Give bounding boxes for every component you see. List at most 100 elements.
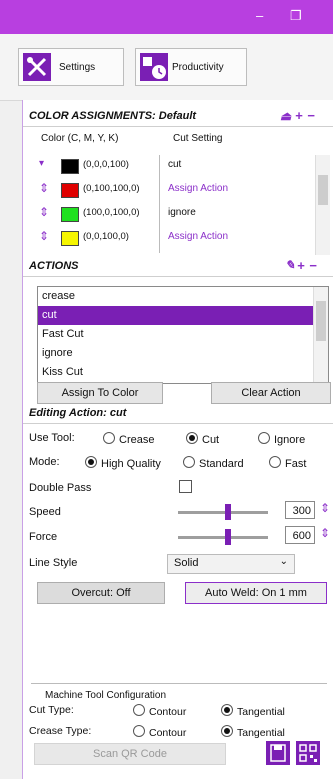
cut-setting-value[interactable]: Assign Action [168, 231, 228, 242]
speed-slider-thumb[interactable] [224, 504, 231, 520]
cut-setting-value[interactable]: cut [168, 159, 181, 170]
cmyk-value: (0,0,100,0) [83, 231, 129, 242]
import-icon[interactable]: ⏏ [280, 109, 291, 123]
qr-code-icon [299, 744, 317, 762]
radio-icon [269, 456, 281, 468]
color-swatch [61, 207, 79, 222]
add-color-icon[interactable]: + [295, 108, 303, 123]
scrollbar-thumb[interactable] [316, 301, 326, 341]
radio-icon [103, 432, 115, 444]
settings-button[interactable]: Settings [18, 48, 124, 86]
cut-setting-column-header: Cut Setting [173, 133, 223, 144]
qr-code-icon-button[interactable] [296, 741, 320, 765]
chevron-down-icon: ⌄ [279, 556, 288, 567]
force-input[interactable]: 600 [285, 526, 315, 544]
productivity-button[interactable]: Productivity [135, 48, 247, 86]
scan-qr-code-button[interactable]: Scan QR Code [34, 743, 226, 765]
crease-type-label: Crease Type: [29, 725, 92, 737]
radio-icon [183, 456, 195, 468]
color-swatch [61, 159, 79, 174]
assign-to-color-button[interactable]: Assign To Color [37, 382, 163, 404]
tools-icon [23, 53, 51, 81]
list-item[interactable]: cut [38, 306, 328, 325]
radio-selected-icon [221, 725, 233, 737]
overcut-button[interactable]: Overcut: Off [37, 582, 165, 604]
chevron-down-icon[interactable]: ▾ [39, 158, 44, 169]
cut-type-label: Cut Type: [29, 704, 74, 716]
editing-title: Editing Action: cut [29, 407, 127, 419]
color-list-scrollbar[interactable] [315, 155, 330, 255]
productivity-label: Productivity [172, 61, 224, 73]
radio-selected-icon [186, 432, 198, 444]
color-row[interactable]: ⇕ (0,0,100,0) Assign Action [23, 228, 313, 248]
reorder-icon[interactable]: ⇕ [39, 181, 49, 195]
use-tool-label: Use Tool: [29, 432, 75, 444]
list-item[interactable]: crease [38, 287, 328, 306]
line-style-value: Solid [174, 557, 199, 569]
add-action-icon[interactable]: + [297, 258, 305, 273]
save-icon [270, 744, 286, 762]
auto-weld-button[interactable]: Auto Weld: On 1 mm [185, 582, 327, 604]
color-column-header: Color (C, M, Y, K) [41, 133, 119, 144]
list-item[interactable]: ignore [38, 344, 328, 363]
cut-type-radio-contour[interactable]: Contour [133, 704, 186, 718]
save-icon-button[interactable] [266, 741, 290, 765]
mode-radio-standard[interactable]: Standard [183, 456, 244, 470]
tool-radio-crease[interactable]: Crease [103, 432, 154, 446]
actions-list[interactable]: crease cut Fast Cut ignore Kiss Cut [37, 286, 329, 384]
line-style-label: Line Style [29, 557, 78, 569]
scrollbar-thumb[interactable] [318, 175, 328, 205]
cmyk-value: (0,0,0,100) [83, 159, 129, 170]
machine-config-title: Machine Tool Configuration [45, 690, 167, 701]
cut-setting-value[interactable]: ignore [168, 207, 196, 218]
radio-icon [133, 725, 145, 737]
force-label: Force [29, 531, 58, 543]
list-item[interactable]: Kiss Cut [38, 363, 328, 382]
tool-radio-cut[interactable]: Cut [186, 432, 219, 446]
force-spin-icon[interactable]: ⇕ [320, 526, 330, 540]
clear-action-button[interactable]: Clear Action [211, 382, 331, 404]
tool-radio-ignore[interactable]: Ignore [258, 432, 305, 446]
line-style-select[interactable]: Solid ⌄ [167, 554, 295, 574]
force-slider-thumb[interactable] [224, 529, 231, 545]
actions-header: ACTIONS ✎ + − [23, 258, 333, 277]
remove-action-icon[interactable]: − [309, 258, 317, 273]
productivity-icon [140, 53, 168, 81]
speed-input[interactable]: 300 [285, 501, 315, 519]
minimize-button[interactable]: – [256, 8, 263, 23]
crease-type-radio-contour[interactable]: Contour [133, 725, 186, 739]
list-item[interactable]: Fast Cut [38, 325, 328, 344]
color-row[interactable]: ▾ (0,0,0,100) cut [23, 156, 313, 176]
editing-header: Editing Action: cut [23, 405, 333, 424]
double-pass-checkbox[interactable] [179, 480, 192, 493]
radio-icon [258, 432, 270, 444]
cmyk-value: (0,100,100,0) [83, 183, 140, 194]
reorder-icon[interactable]: ⇕ [39, 229, 49, 243]
cut-type-radio-tangential[interactable]: Tangential [221, 704, 285, 718]
remove-color-icon[interactable]: − [307, 108, 315, 123]
speed-label: Speed [29, 506, 61, 518]
cut-setting-value[interactable]: Assign Action [168, 183, 228, 194]
crease-type-radio-tangential[interactable]: Tangential [221, 725, 285, 739]
force-slider[interactable] [178, 536, 268, 539]
actions-scrollbar[interactable] [313, 287, 328, 383]
settings-panel: COLOR ASSIGNMENTS: Default ⏏ + − Color (… [22, 100, 333, 779]
radio-selected-icon [85, 456, 97, 468]
color-row[interactable]: ⇕ (100,0,100,0) ignore [23, 204, 313, 224]
reorder-icon[interactable]: ⇕ [39, 205, 49, 219]
mode-radio-high-quality[interactable]: High Quality [85, 456, 161, 470]
cmyk-value: (100,0,100,0) [83, 207, 140, 218]
maximize-button[interactable]: ❐ [290, 8, 302, 24]
mode-radio-fast[interactable]: Fast [269, 456, 306, 470]
speed-slider[interactable] [178, 511, 268, 514]
title-bar: – ❐ [0, 0, 333, 34]
color-row[interactable]: ⇕ (0,100,100,0) Assign Action [23, 180, 313, 200]
double-pass-label: Double Pass [29, 482, 92, 494]
edit-pencil-icon[interactable]: ✎ [285, 258, 295, 272]
actions-title: ACTIONS [29, 260, 79, 272]
speed-spin-icon[interactable]: ⇕ [320, 501, 330, 515]
mode-label: Mode: [29, 456, 60, 468]
toolbar: Settings Productivity [0, 34, 333, 101]
radio-icon [133, 704, 145, 716]
color-swatch [61, 231, 79, 246]
